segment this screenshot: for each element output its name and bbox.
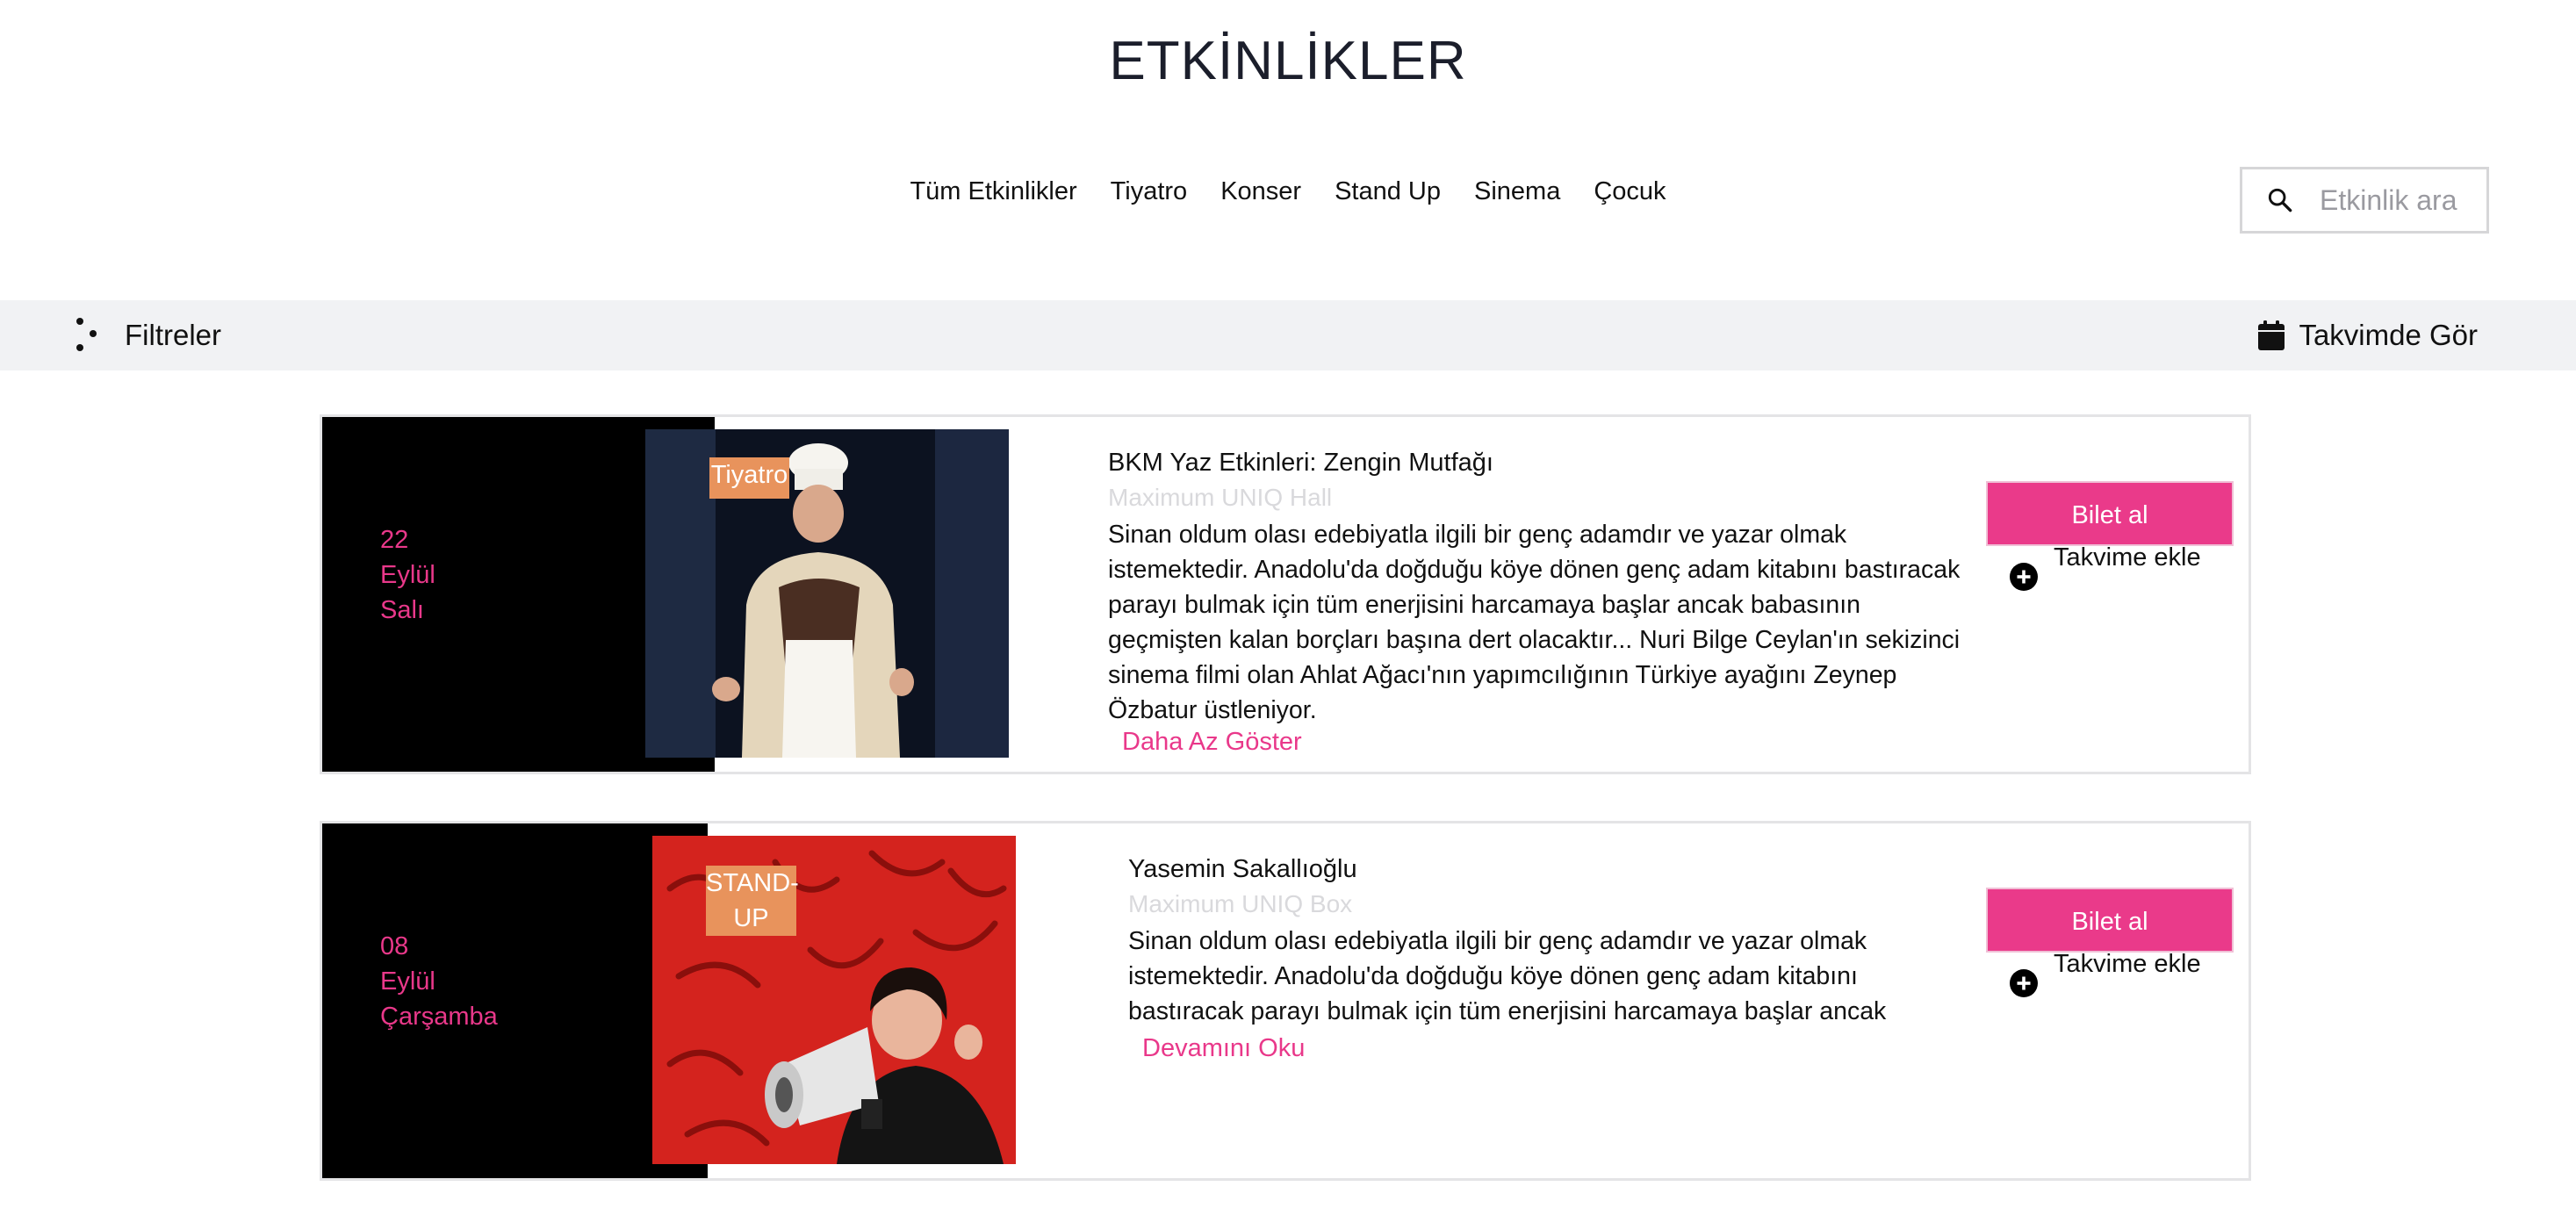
add-to-calendar-button[interactable]: Takvime ekle (2010, 543, 2201, 591)
calendar-view-button[interactable]: Takvimde Gör (2258, 300, 2478, 370)
filter-bar: Filtreler Takvimde Gör (0, 300, 2576, 370)
event-description: Sinan oldum olası edebiyatla ilgili bir … (1108, 521, 1961, 724)
filters-button[interactable]: Filtreler (74, 300, 221, 370)
nav-item-standup[interactable]: Stand Up (1335, 177, 1441, 206)
read-more-link[interactable]: Devamını Oku (1142, 1034, 1305, 1063)
event-weekday: Salı (380, 596, 424, 624)
event-title[interactable]: Yasemin Sakallıoğlu (1128, 855, 1357, 884)
show-less-link[interactable]: Daha Az Göster (1122, 728, 1302, 757)
buy-ticket-button[interactable]: Bilet al (1986, 481, 2234, 546)
category-badge: Tiyatro (709, 457, 789, 499)
nav-item-theatre[interactable]: Tiyatro (1111, 177, 1188, 206)
add-to-calendar-button[interactable]: Takvime ekle (2010, 950, 2201, 997)
event-day: 08 (380, 932, 409, 960)
event-venue: Maximum UNIQ Box (1128, 890, 1353, 917)
add-to-calendar-label: Takvime ekle (2054, 950, 2201, 978)
search-box[interactable] (2240, 167, 2489, 234)
event-card: 08 Eylül Çarşamba STAND-UP Yasemin Sakal… (320, 821, 2251, 1181)
event-month: Eylül (380, 967, 435, 996)
event-venue: Maximum UNIQ Hall (1108, 484, 1333, 511)
filters-icon (76, 318, 97, 351)
event-month: Eylül (380, 561, 435, 589)
filters-label: Filtreler (125, 319, 222, 351)
calendar-icon (2258, 320, 2285, 350)
nav-item-all[interactable]: Tüm Etkinlikler (910, 177, 1076, 206)
category-nav: Tüm Etkinlikler Tiyatro Konser Stand Up Sine… (0, 177, 2576, 206)
page-title: ETKİNLİKLER (1109, 30, 1467, 91)
search-icon (2268, 188, 2292, 212)
event-day: 22 (380, 526, 409, 554)
event-image[interactable] (645, 429, 1009, 758)
event-date: 22 Eylül Salı (380, 522, 435, 628)
category-label: STAND-UP (706, 869, 799, 932)
buy-ticket-button[interactable]: Bilet al (1986, 888, 2234, 953)
event-title[interactable]: BKM Yaz Etkinleri: Zengin Mutfağı (1108, 449, 1493, 478)
plus-circle-icon (2010, 969, 2038, 997)
category-badge: STAND-UP (706, 866, 799, 936)
nav-item-cinema[interactable]: Sinema (1474, 177, 1560, 206)
event-card: 22 Eylül Salı Tiyatro BKM Yaz Etkinleri:… (320, 414, 2251, 774)
event-weekday: Çarşamba (380, 1003, 498, 1031)
add-to-calendar-label: Takvime ekle (2054, 543, 2201, 572)
nav-item-concert[interactable]: Konser (1220, 177, 1301, 206)
calendar-view-label: Takvimde Gör (2299, 319, 2478, 351)
plus-circle-icon (2010, 563, 2038, 591)
nav-item-kids[interactable]: Çocuk (1594, 177, 1666, 206)
event-date: 08 Eylül Çarşamba (380, 929, 498, 1034)
search-input[interactable] (2320, 183, 2486, 217)
date-panel: 08 Eylül Çarşamba (322, 823, 708, 1178)
event-description: Sinan oldum olası edebiyatla ilgili bir … (1128, 927, 1887, 1025)
